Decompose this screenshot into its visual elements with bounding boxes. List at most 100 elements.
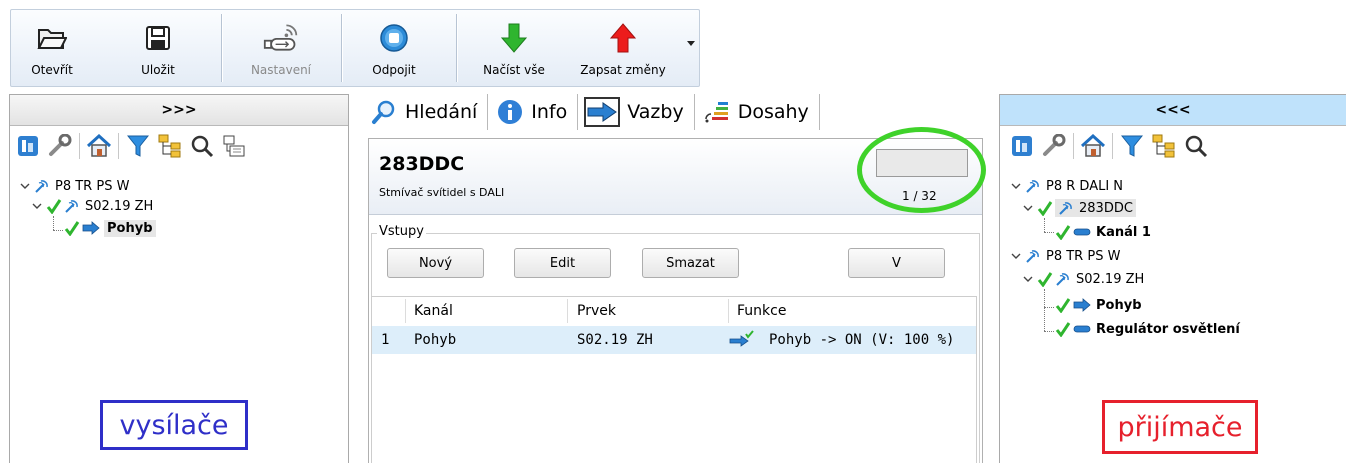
check-icon <box>1037 201 1053 216</box>
device-description: Stmívač svítidel s DALI <box>379 186 505 199</box>
transmitters-badge: vysílače <box>100 400 248 450</box>
disconnect-label: Odpojit <box>372 63 416 77</box>
check-icon <box>1055 225 1071 240</box>
wrench-icon[interactable] <box>46 132 74 160</box>
export-icon[interactable] <box>220 132 248 160</box>
hierarchy-icon[interactable] <box>1150 132 1178 160</box>
tab-range[interactable]: Dosahy <box>695 94 820 130</box>
tree-node-label: P8 TR PS W <box>55 178 130 194</box>
chevron-down-icon[interactable] <box>1011 181 1021 191</box>
tab-info[interactable]: Info <box>488 94 579 130</box>
antenna-icon <box>1059 202 1072 215</box>
chevron-down-icon[interactable] <box>32 201 42 211</box>
arrow-right-icon <box>1073 298 1091 312</box>
tree-node[interactable]: P8 TR PS W <box>1011 246 1120 266</box>
settings-label: Nastavení <box>250 63 312 77</box>
arrow-right-icon <box>584 97 621 127</box>
save-label: Uložit <box>141 63 175 77</box>
search-icon[interactable] <box>188 132 216 160</box>
tree-node[interactable]: Pohyb <box>1055 295 1142 315</box>
tree-node[interactable]: Kanál 1 <box>1055 222 1151 242</box>
blue-bar-icon <box>1073 325 1091 333</box>
toolbar-dropdown-arrow-icon[interactable] <box>687 41 695 46</box>
tree-node[interactable]: P8 TR PS W <box>20 176 129 196</box>
table-row[interactable]: 1 Pohyb S02.19 ZH Pohyb -> ON (V: 100 %) <box>372 326 976 354</box>
tree-node-label: Kanál 1 <box>1096 224 1151 240</box>
main-toolbar: Otevřít Uložit Nastavení Odpojit Načíst … <box>10 9 700 87</box>
filter-icon[interactable] <box>124 132 152 160</box>
tab-links[interactable]: Vazby <box>578 94 695 130</box>
device-name: 283DDC <box>379 153 465 175</box>
antenna-icon <box>1026 250 1039 263</box>
highlight-circle <box>857 127 986 213</box>
check-icon <box>1055 322 1071 337</box>
disconnect-stop-icon <box>376 18 412 58</box>
antenna-icon <box>1026 180 1039 193</box>
antenna-icon <box>35 180 48 193</box>
column-header-channel[interactable]: Kanál <box>414 303 453 319</box>
tree-node[interactable]: Pohyb <box>64 218 156 238</box>
delete-button[interactable]: Smazat <box>642 248 739 278</box>
selected-node-box: 283DDC <box>1055 199 1136 217</box>
tree-node[interactable]: Regulátor osvětlení <box>1055 319 1240 339</box>
green-down-arrow-icon <box>496 18 532 58</box>
wrench-icon[interactable] <box>1040 132 1068 160</box>
chevron-down-icon[interactable] <box>1023 203 1033 213</box>
tree-node-selected[interactable]: 283DDC <box>1023 198 1136 218</box>
antenna-icon <box>65 200 78 213</box>
tab-range-label: Dosahy <box>737 101 809 123</box>
v-button[interactable]: V <box>848 248 945 278</box>
filter-icon[interactable] <box>1118 132 1146 160</box>
right-panel-header[interactable]: <<< <box>1000 95 1346 126</box>
left-panel-header[interactable]: >>> <box>10 95 348 126</box>
receivers-badge: přijímače <box>1102 400 1258 454</box>
tree-node[interactable]: S02.19 ZH <box>1023 269 1144 289</box>
open-button[interactable]: Otevřít <box>25 10 79 86</box>
tree-node-label: Regulátor osvětlení <box>1096 321 1240 337</box>
tree-node-label: P8 TR PS W <box>1046 248 1121 264</box>
toolbar-separator <box>456 14 457 82</box>
edit-button[interactable]: Edit <box>514 248 611 278</box>
tab-search-label: Hledání <box>405 101 478 123</box>
write-changes-button[interactable]: Zapsat změny <box>575 10 671 86</box>
tree-node-label: Pohyb <box>104 219 156 237</box>
tab-search[interactable]: Hledání <box>362 94 489 130</box>
save-button[interactable]: Uložit <box>133 10 183 86</box>
app-window: Otevřít Uložit Nastavení Odpojit Načíst … <box>0 0 1346 463</box>
grid-header: Kanál Prvek Funkce <box>372 297 976 325</box>
folder-open-icon <box>34 18 70 58</box>
tree-node-label: Pohyb <box>1096 297 1142 313</box>
house-icon[interactable] <box>85 132 113 160</box>
tab-bar: Hledání Info Vazby Dosahy <box>362 94 820 130</box>
tree-node[interactable]: S02.19 ZH <box>32 196 153 216</box>
disconnect-button[interactable]: Odpojit <box>367 10 421 86</box>
check-icon <box>1037 272 1053 287</box>
column-header-function[interactable]: Funkce <box>737 303 786 319</box>
search-icon[interactable] <box>1182 132 1210 160</box>
floppy-disk-icon <box>140 18 176 58</box>
load-all-button[interactable]: Načíst vše <box>479 10 549 86</box>
cell-channel: Pohyb <box>414 332 457 348</box>
settings-button[interactable]: Nastavení <box>249 10 313 86</box>
open-label: Otevřít <box>31 63 73 77</box>
right-panel-iconbar <box>1008 131 1214 161</box>
tree-node-label: 283DDC <box>1079 200 1133 216</box>
tree-node[interactable]: P8 R DALI N <box>1011 176 1123 196</box>
tree-node-label: P8 R DALI N <box>1046 178 1124 194</box>
row-index: 1 <box>381 332 390 348</box>
chevron-down-icon[interactable] <box>1011 251 1021 261</box>
module-icon[interactable] <box>14 132 42 160</box>
inputs-grid: Kanál Prvek Funkce 1 Pohyb S02.19 ZH Poh… <box>371 296 977 463</box>
chevron-down-icon[interactable] <box>20 181 30 191</box>
tree-node-label: S02.19 ZH <box>1076 271 1145 287</box>
column-header-element[interactable]: Prvek <box>577 303 616 319</box>
check-icon <box>64 221 80 236</box>
module-icon[interactable] <box>1008 132 1036 160</box>
new-button[interactable]: Nový <box>387 248 484 278</box>
chevron-down-icon[interactable] <box>1023 274 1033 284</box>
hierarchy-icon[interactable] <box>156 132 184 160</box>
usb-wireless-icon <box>263 18 299 58</box>
left-panel-iconbar <box>14 131 252 161</box>
cell-function: Pohyb -> ON (V: 100 %) <box>769 332 955 348</box>
house-icon[interactable] <box>1079 132 1107 160</box>
